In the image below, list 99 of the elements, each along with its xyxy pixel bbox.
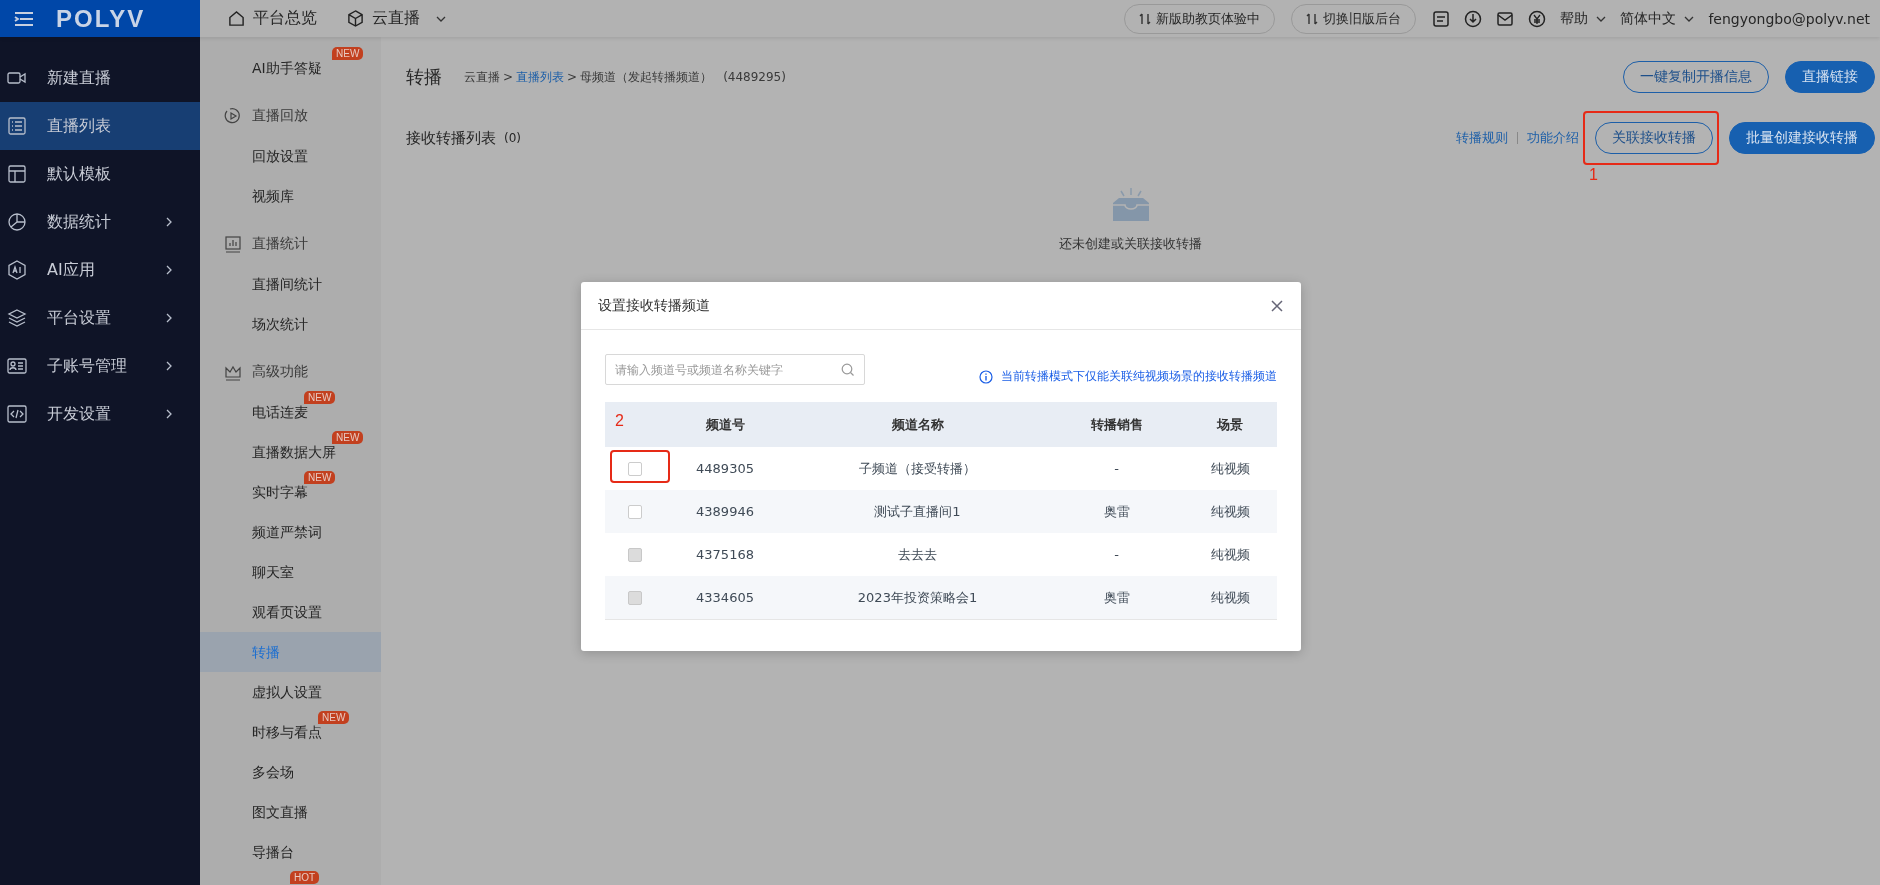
layers-icon — [7, 308, 27, 328]
home-icon — [228, 10, 245, 27]
sidebar-item[interactable]: AI应用 — [0, 246, 200, 294]
table-cell: - — [1114, 547, 1119, 562]
submenu-item[interactable]: 视频库 — [252, 188, 294, 204]
badge: NEW — [332, 431, 364, 444]
swap-icon — [1306, 12, 1319, 25]
submenu-item[interactable]: 电话连麦 — [252, 404, 308, 420]
checkbox[interactable] — [628, 461, 642, 476]
breadcrumb-separator: > — [503, 70, 514, 84]
table-cell: 2023年投资策略会1 — [857, 588, 978, 607]
caret-icon — [1596, 15, 1607, 22]
annotation-number: 2 — [615, 412, 624, 430]
close-icon[interactable] — [1271, 299, 1283, 312]
submenu-item[interactable]: 回放设置 — [252, 148, 308, 164]
top-nav-item[interactable]: 平台总览 — [228, 8, 317, 29]
table-cell: 去去去 — [898, 545, 937, 564]
badge: NEW — [332, 47, 364, 60]
info-icon — [979, 369, 993, 384]
table-cell: 4334605 — [696, 590, 754, 605]
section-title: 接收转播列表 — [406, 128, 496, 148]
breadcrumb-separator: > — [567, 70, 578, 84]
play-circle-icon — [224, 107, 242, 125]
user-menu[interactable]: fengyongbo@polyv.net — [1708, 10, 1870, 27]
pie-icon — [7, 212, 27, 232]
channel-id: (4489295) — [723, 70, 786, 84]
caret-icon — [1684, 15, 1695, 22]
table-cell: 纯视频 — [1210, 502, 1250, 521]
sidebar-item[interactable]: 开发设置 — [0, 390, 200, 438]
menu-icon[interactable] — [14, 10, 34, 27]
ai-icon — [7, 260, 27, 280]
badge: HOT — [290, 871, 320, 884]
table-cell: 4375168 — [696, 547, 754, 562]
swap-icon — [1139, 12, 1152, 25]
sidebar-item[interactable]: 默认模板 — [0, 150, 200, 198]
action-button[interactable]: 直播链接 — [1785, 61, 1875, 93]
submenu-item[interactable]: 直播间统计 — [252, 276, 322, 292]
card-icon — [7, 356, 27, 376]
sidebar-item[interactable]: 新建直播 — [0, 54, 200, 102]
list-icon — [7, 116, 27, 136]
submenu-item[interactable]: 导播台 — [252, 844, 294, 860]
submenu-item[interactable]: 实时字幕 — [252, 484, 308, 500]
notice-text: 当前转播模式下仅能关联纯视频场景的接收转播频道 — [1001, 369, 1277, 384]
search-field[interactable]: 请输入频道号或频道名称关键字 — [605, 354, 865, 385]
dialog-title: 设置接收转播频道 — [598, 296, 710, 315]
column-header: 转播销售 — [1090, 415, 1143, 434]
sidebar-item[interactable]: 平台设置 — [0, 294, 200, 342]
submenu-item[interactable]: AI助手答疑 — [252, 60, 322, 76]
submenu-item[interactable]: 聊天室 — [252, 564, 294, 580]
submenu-item[interactable]: 场次统计 — [252, 316, 308, 332]
checkbox[interactable] — [628, 504, 642, 519]
table-cell: 纯视频 — [1210, 545, 1250, 564]
sidebar-item[interactable]: 子账号管理 — [0, 342, 200, 390]
annotation-number: 1 — [1589, 166, 1598, 184]
column-header: 频道名称 — [891, 415, 944, 434]
submenu-item[interactable]: 多会场 — [252, 764, 294, 780]
code-icon — [7, 404, 27, 424]
table-cell: 纯视频 — [1210, 459, 1250, 478]
empty-message: 还未创建或关联接收转播 — [1059, 235, 1202, 253]
submenu-item[interactable]: 图文直播 — [252, 804, 308, 820]
breadcrumb-item: 云直播 — [464, 68, 500, 86]
submenu-item[interactable]: 虚拟人设置 — [252, 684, 322, 700]
badge: NEW — [318, 711, 350, 724]
top-nav-item[interactable]: 云直播 — [347, 8, 446, 29]
cube-icon — [347, 10, 364, 27]
help-menu[interactable]: 帮助 — [1560, 9, 1607, 28]
layout-icon — [7, 164, 27, 184]
action-button[interactable]: 批量创建接收转播 — [1729, 122, 1875, 154]
table-cell: - — [1114, 461, 1119, 476]
table-cell: 奥雷 — [1103, 502, 1130, 521]
group-heading: 直播统计 — [252, 235, 308, 253]
submenu-item[interactable]: 时移与看点 — [252, 724, 322, 740]
badge: NEW — [304, 391, 336, 404]
count: (0) — [504, 131, 521, 145]
page-title: 转播 — [406, 65, 442, 89]
yen-icon[interactable] — [1528, 9, 1547, 28]
submenu-item[interactable]: 直播数据大屏 — [252, 444, 336, 460]
language-menu[interactable]: 简体中文 — [1620, 9, 1695, 28]
submenu-item[interactable]: 频道严禁词 — [252, 524, 322, 540]
group-heading: 高级功能 — [252, 363, 308, 381]
table-cell: 测试子直播间1 — [874, 502, 961, 521]
sidebar-item[interactable]: 直播列表 — [0, 102, 200, 150]
table-cell: 纯视频 — [1210, 588, 1250, 607]
download-icon[interactable] — [1464, 9, 1483, 28]
table-cell: 奥雷 — [1103, 588, 1130, 607]
search-icon — [841, 363, 855, 377]
bar-chart-icon — [224, 235, 242, 253]
document-icon[interactable] — [1432, 9, 1451, 28]
breadcrumb-item: 母频道（发起转播频道） — [580, 68, 713, 86]
mail-icon[interactable] — [1496, 9, 1515, 28]
table-cell: 4389946 — [696, 504, 754, 519]
sidebar-item[interactable]: 数据统计 — [0, 198, 200, 246]
column-header: 场景 — [1217, 415, 1243, 434]
badge: NEW — [304, 471, 336, 484]
table-cell: 4489305 — [696, 461, 754, 476]
column-header: 频道号 — [705, 415, 745, 434]
table-cell: 子频道（接受转播） — [859, 459, 976, 478]
submenu-item[interactable]: 观看页设置 — [252, 604, 322, 620]
group-heading: 直播回放 — [252, 107, 308, 125]
